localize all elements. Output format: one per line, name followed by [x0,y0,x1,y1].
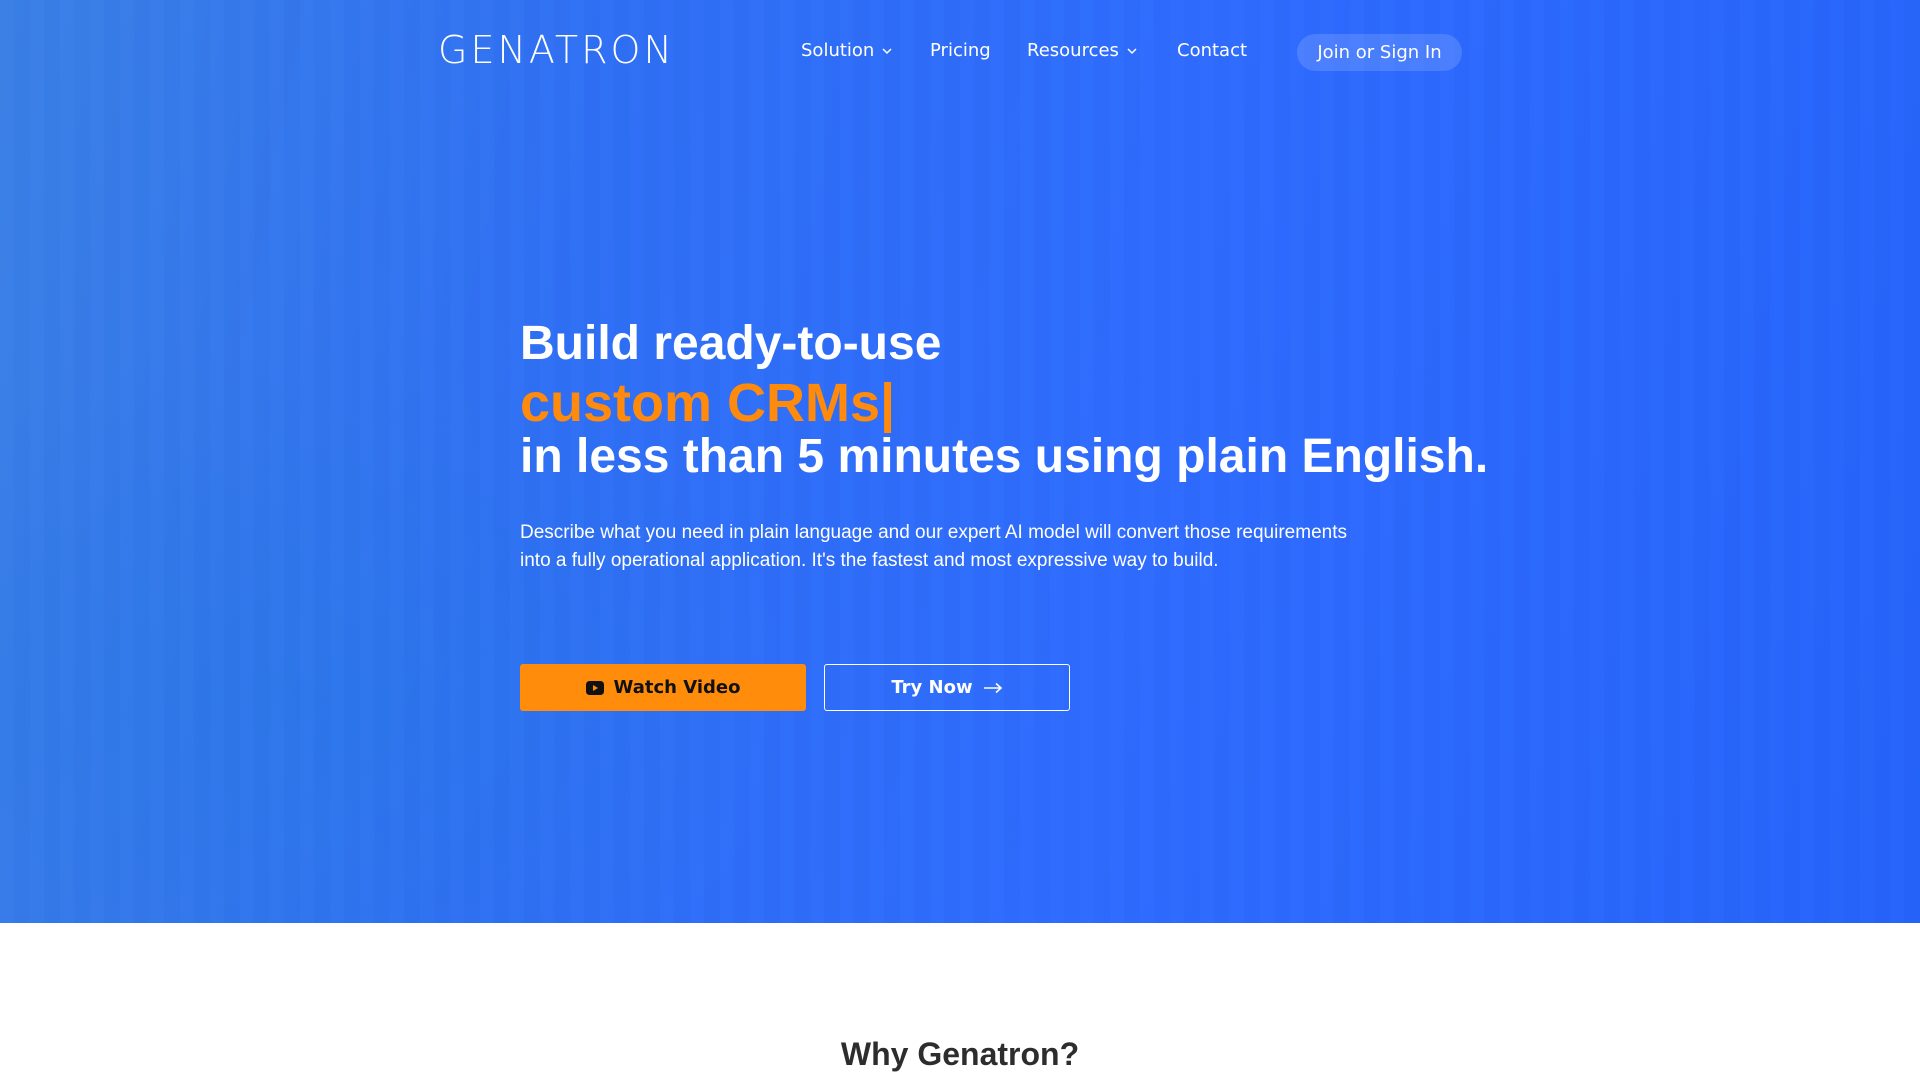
nav-contact[interactable]: Contact [1177,40,1247,61]
headline-line-3: in less than 5 minutes using plain Engli… [520,430,1489,483]
nav-solution-label: Solution [801,40,875,61]
arrow-right-icon [983,682,1002,693]
nav-solution[interactable]: Solution [801,40,894,61]
chevron-down-icon [1127,47,1137,54]
nav-contact-label: Contact [1177,40,1248,61]
hero-section: GENATRON Solution Pricing Resources Cont… [0,0,1920,923]
hero-description: Describe what you need in plain language… [520,522,1347,571]
join-signin-button[interactable]: Join or Sign In [1297,34,1462,71]
nav-pricing[interactable]: Pricing [930,40,991,61]
nav-resources[interactable]: Resources [1027,40,1139,61]
try-now-button[interactable]: Try Now [824,664,1070,711]
watch-video-label: Watch Video [613,677,741,698]
nav-pricing-label: Pricing [930,40,991,61]
why-genatron-heading: Why Genatron? [840,1036,1080,1072]
chevron-down-icon [882,47,892,54]
genatron-logo[interactable]: GENATRON [438,28,675,72]
nav-resources-label: Resources [1027,40,1119,61]
try-now-label: Try Now [891,677,973,698]
headline-line-2-highlight: custom CRMs| [520,373,896,433]
watch-video-button[interactable]: Watch Video [520,664,806,711]
headline-line-1: Build ready-to-use [520,317,942,370]
youtube-play-icon [585,680,604,695]
